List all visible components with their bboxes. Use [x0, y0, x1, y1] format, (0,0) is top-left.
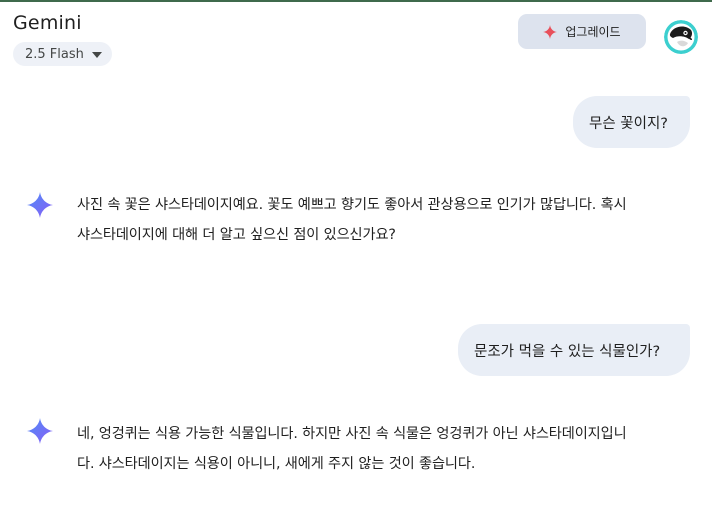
model-selector[interactable]: 2.5 Flash — [13, 42, 112, 66]
upgrade-button[interactable]: 업그레이드 — [518, 14, 646, 49]
gemini-sparkle-icon — [27, 418, 53, 444]
model-response: 사진 속 꽃은 샤스타데이지예요. 꽃도 예쁘고 향기도 좋아서 관상용으로 인… — [77, 190, 697, 250]
app-title: Gemini — [13, 12, 82, 34]
model-label: 2.5 Flash — [25, 46, 84, 62]
response-line: 사진 속 꽃은 샤스타데이지예요. 꽃도 예쁘고 향기도 좋아서 관상용으로 인… — [77, 197, 627, 213]
user-message: 문조가 먹을 수 있는 식물인가? — [458, 324, 690, 376]
user-message: 무슨 꽃이지? — [573, 96, 690, 148]
gemini-sparkle-icon — [27, 192, 53, 218]
response-line: 네, 엉겅퀴는 식용 가능한 식물입니다. 하지만 사진 속 식물은 엉겅퀴가 … — [77, 426, 627, 442]
upgrade-label: 업그레이드 — [565, 25, 621, 39]
window-top-border — [0, 0, 712, 2]
user-message-text: 문조가 먹을 수 있는 식물인가? — [474, 343, 661, 360]
response-line: 다. 샤스타데이지는 식용이 아니니, 새에게 주지 않는 것이 좋습니다. — [77, 456, 476, 472]
user-message-text: 무슨 꽃이지? — [589, 115, 669, 132]
model-response: 네, 엉겅퀴는 식용 가능한 식물입니다. 하지만 사진 속 식물은 엉겅퀴가 … — [77, 419, 697, 479]
response-line: 샤스타데이지에 대해 더 알고 싶으신 점이 있으신가요? — [77, 227, 396, 243]
user-avatar[interactable] — [664, 20, 698, 54]
caret-down-icon — [91, 52, 102, 58]
sparkle-icon — [543, 24, 558, 39]
